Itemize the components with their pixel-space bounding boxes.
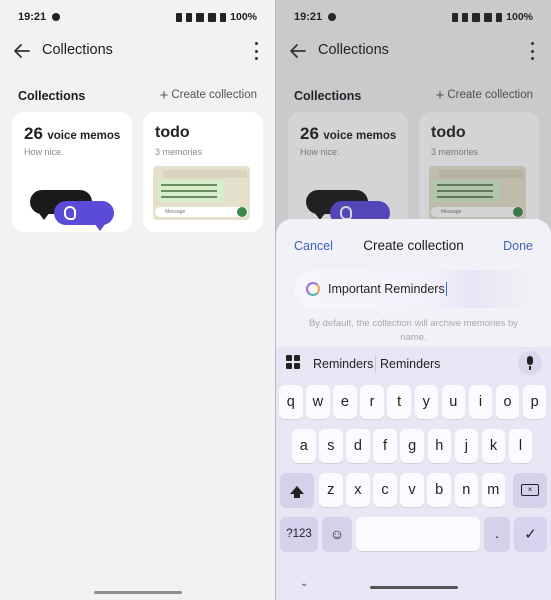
key-u[interactable]: u (441, 385, 466, 419)
app-bar: Collections (0, 34, 275, 68)
card-title-text: voice memos (47, 130, 121, 142)
key-n[interactable]: n (454, 473, 478, 507)
microphone-icon[interactable] (518, 351, 542, 375)
backspace-key[interactable]: × (513, 473, 547, 507)
right-screen: 19:21 100% Collections Collections + Cre… (276, 0, 551, 600)
suggestion-strip: Reminders Reminders (276, 347, 551, 381)
key-h[interactable]: h (427, 429, 451, 463)
thumbnail-message-bar: Message (155, 207, 248, 217)
keyboard: Reminders Reminders qwertyuiop asdfghjkl… (276, 347, 551, 600)
bluetooth-icon (186, 12, 193, 22)
suggestion-1[interactable]: Reminders (313, 357, 373, 371)
section-title: Collections (18, 89, 86, 103)
screenshot-thumbnail: Message (153, 166, 250, 220)
collection-name-field[interactable]: Important Reminders (294, 270, 533, 308)
sparkle-icon (306, 282, 320, 296)
card-title: todo (155, 124, 190, 141)
key-l[interactable]: l (508, 429, 533, 463)
create-collection-label: Create collection (171, 89, 257, 101)
key-v[interactable]: v (400, 473, 424, 507)
create-collection-sheet: Cancel Create collection Done Important … (276, 219, 551, 600)
vibrate-icon (176, 12, 183, 22)
send-icon (237, 207, 247, 217)
memo-count: 26 (24, 124, 43, 143)
chat-bubble-icon (54, 201, 114, 231)
shift-key[interactable] (280, 473, 314, 507)
key-m[interactable]: m (481, 473, 506, 507)
plus-icon: + (159, 86, 169, 104)
back-arrow-icon[interactable] (12, 41, 32, 61)
apps-grid-icon[interactable] (286, 355, 300, 369)
key-q[interactable]: q (279, 385, 303, 419)
key-r[interactable]: r (360, 385, 384, 419)
key-g[interactable]: g (400, 429, 424, 463)
gesture-bar (93, 591, 182, 594)
emoji-key[interactable]: ☺ (322, 517, 352, 551)
status-bar: 19:21 100% (0, 0, 275, 34)
wifi-icon (196, 12, 205, 22)
enter-key[interactable]: ✓ (514, 517, 547, 551)
sim-icon (208, 12, 217, 22)
key-x[interactable]: x (346, 473, 370, 507)
done-button[interactable]: Done (503, 239, 533, 253)
backspace-icon: × (521, 484, 539, 496)
key-k[interactable]: k (481, 429, 506, 463)
suggestion-divider (375, 356, 376, 372)
more-options-icon[interactable] (253, 42, 259, 60)
suggestion-2[interactable]: Reminders (380, 357, 440, 371)
shift-icon (290, 486, 304, 498)
collection-name-value: Important Reminders (328, 282, 445, 296)
period-key[interactable]: . (484, 517, 510, 551)
key-c[interactable]: c (373, 473, 397, 507)
key-b[interactable]: b (427, 473, 451, 507)
key-d[interactable]: d (346, 429, 370, 463)
left-screen: 19:21 100% Collections Collections + Cre… (0, 0, 275, 600)
navigation-bar: ⌄ (276, 572, 551, 600)
battery-level: 100% (230, 11, 257, 23)
space-key[interactable] (356, 517, 480, 551)
key-o[interactable]: o (495, 385, 520, 419)
key-s[interactable]: s (319, 429, 343, 463)
key-w[interactable]: w (306, 385, 330, 419)
notification-icon (52, 13, 61, 21)
symbols-key[interactable]: ?123 (280, 517, 318, 551)
collapse-keyboard-icon[interactable]: ⌄ (300, 578, 308, 589)
key-i[interactable]: i (468, 385, 493, 419)
card-subtitle: 3 memories (155, 147, 203, 157)
battery-icon (220, 12, 227, 22)
hint-text: By default, the collection will archive … (308, 318, 519, 343)
key-p[interactable]: p (522, 385, 547, 419)
card-title: 26 voice memos (24, 124, 120, 144)
sheet-header: Cancel Create collection Done (276, 219, 551, 271)
key-e[interactable]: e (333, 385, 357, 419)
key-t[interactable]: t (387, 385, 411, 419)
key-a[interactable]: a (292, 429, 316, 463)
gesture-bar (369, 586, 458, 589)
text-cursor (445, 282, 447, 296)
status-time: 19:21 (18, 11, 47, 23)
collection-card-todo[interactable]: todo 3 memories Message (143, 112, 263, 232)
key-j[interactable]: j (454, 429, 479, 463)
page-title: Collections (42, 42, 113, 58)
key-y[interactable]: y (414, 385, 438, 419)
card-subtitle: How nice. (24, 147, 64, 157)
collection-card-voice-memos[interactable]: 26 voice memos How nice. (12, 112, 132, 232)
ear-icon (64, 206, 76, 220)
create-collection-button[interactable]: + Create collection (159, 86, 257, 104)
key-z[interactable]: z (319, 473, 343, 507)
key-f[interactable]: f (373, 429, 397, 463)
